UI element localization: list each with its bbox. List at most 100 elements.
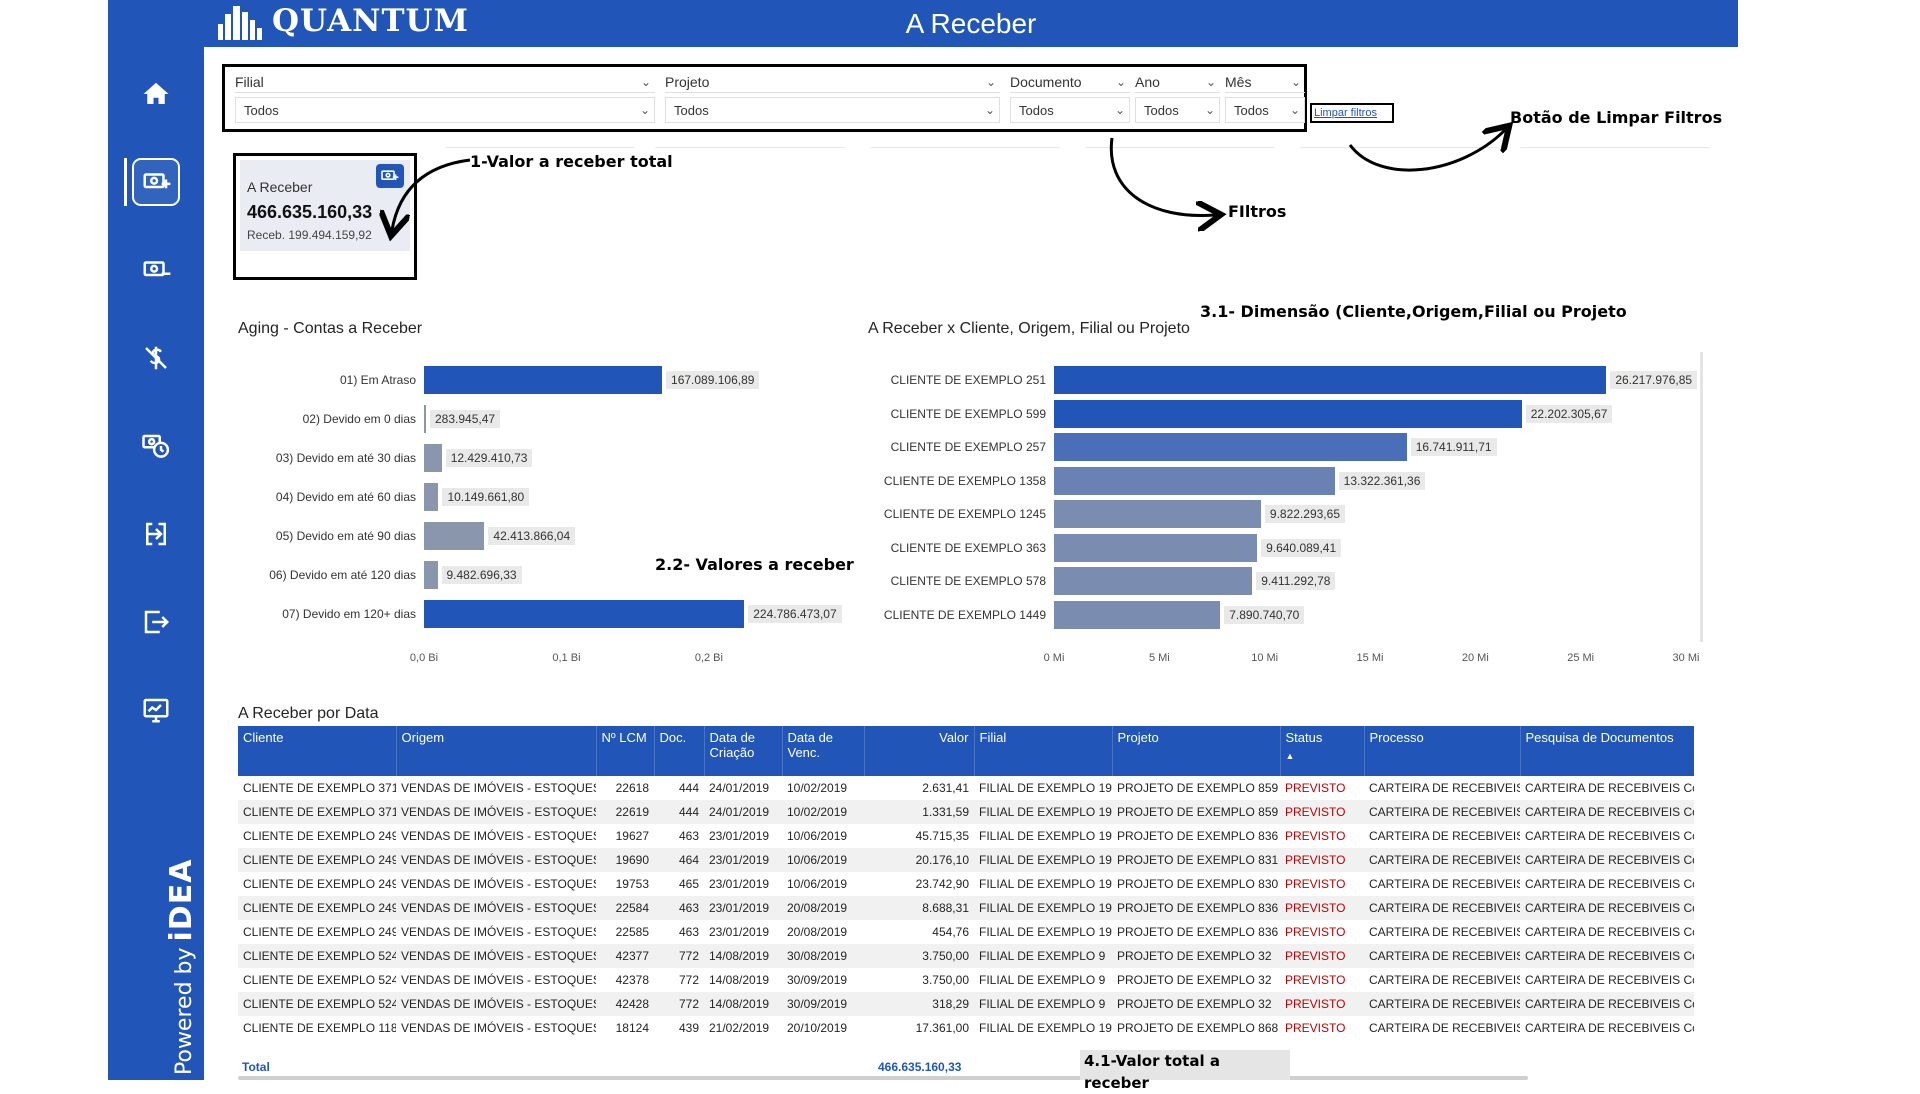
kpi-received: Receb. 199.494.159,92 (247, 228, 372, 242)
table-cell: 463 (654, 896, 704, 920)
bar-row[interactable]: CLIENTE DE EXEMPLO 1358 13.322.361,36 (868, 466, 1826, 495)
filter-label: Projeto (665, 73, 710, 90)
annotation-dimension: 3.1- Dimensão (Cliente,Origem,Filial ou … (1200, 302, 1627, 321)
bar-row[interactable]: 01) Em Atraso 167.089.106,89 (238, 366, 970, 394)
bar[interactable] (1054, 366, 1607, 394)
table-row[interactable]: CLIENTE DE EXEMPLO 524 VENDAS DE IMÓVEIS … (238, 968, 1694, 992)
column-header[interactable]: Nº LCM (596, 726, 655, 776)
bar-row[interactable]: CLIENTE DE EXEMPLO 599 22.202.305,67 (868, 399, 1826, 428)
bar-row[interactable]: CLIENTE DE EXEMPLO 1449 7.890.740,70 (868, 600, 1826, 629)
column-header[interactable]: Status ▲ (1280, 726, 1365, 776)
login-icon[interactable] (132, 510, 180, 558)
money-clock-icon[interactable] (132, 422, 180, 470)
table-row[interactable]: CLIENTE DE EXEMPLO 371 VENDAS DE IMÓVEIS … (238, 800, 1694, 824)
money-pay-icon[interactable] (132, 246, 180, 294)
table-cell: 464 (654, 848, 704, 872)
aging-chart-title: Aging - Contas a Receber (238, 320, 423, 337)
bar-row[interactable]: CLIENTE DE EXEMPLO 251 26.217.976,85 (868, 366, 1826, 394)
table-row[interactable]: CLIENTE DE EXEMPLO 249 VENDAS DE IMÓVEIS … (238, 896, 1694, 920)
column-header[interactable]: Doc. (654, 726, 705, 776)
bar[interactable] (1054, 433, 1407, 461)
table-cell: PREVISTO (1280, 992, 1364, 1016)
column-header[interactable]: Cliente (238, 726, 397, 776)
filter-ano[interactable]: Ano ⌄ Todos ⌄ (1135, 71, 1220, 123)
chart-scrollbar[interactable] (1700, 352, 1703, 642)
column-header[interactable]: Data de Criação (704, 726, 783, 776)
bar-row[interactable]: 05) Devido em até 90 dias 42.413.866,04 (238, 522, 970, 550)
x-tick-label: 0,2 Bi (694, 652, 723, 664)
bar[interactable] (1054, 533, 1258, 562)
bar[interactable] (424, 600, 745, 628)
column-header[interactable]: Valor (864, 726, 975, 776)
table-cell: 17.361,00 (864, 1016, 974, 1040)
table-cell: CLIENTE DE EXEMPLO 249 (238, 824, 396, 848)
column-header[interactable]: Processo (1364, 726, 1521, 776)
bar[interactable] (1054, 399, 1522, 428)
money-receive-icon[interactable] (132, 158, 180, 206)
bar-row[interactable]: 02) Devido em 0 dias 283.945,47 (238, 405, 970, 433)
bar[interactable] (424, 405, 426, 433)
bar[interactable] (1054, 567, 1253, 595)
column-header[interactable]: Projeto (1112, 726, 1281, 776)
column-header[interactable]: Data de Venc. (782, 726, 865, 776)
bar-row[interactable]: CLIENTE DE EXEMPLO 363 9.640.089,41 (868, 533, 1826, 562)
table-cell: CARTEIRA DE RECEBIVEIS (1364, 992, 1520, 1016)
table-cell: FILIAL DE EXEMPLO 19 (974, 1016, 1112, 1040)
bar[interactable] (424, 483, 439, 511)
chevron-down-icon[interactable]: ⌄ (1115, 103, 1125, 117)
table-cell: PROJETO DE EXEMPLO 830 (1112, 872, 1280, 896)
bar[interactable] (1054, 500, 1261, 528)
sort-ascending-icon[interactable]: ▲ (1286, 751, 1359, 761)
table-cell: 465 (654, 872, 704, 896)
category-label: 01) Em Atraso (339, 373, 416, 387)
table-cell: 23/01/2019 (704, 872, 782, 896)
bar-row[interactable]: CLIENTE DE EXEMPLO 257 16.741.911,71 (868, 433, 1826, 461)
bar[interactable] (424, 366, 663, 394)
chevron-down-icon[interactable]: ⌄ (640, 103, 650, 117)
home-icon[interactable] (132, 70, 180, 118)
kpi-card[interactable]: A Receber 466.635.160,33 Receb. 199.494.… (233, 153, 417, 280)
table-row[interactable]: CLIENTE DE EXEMPLO 118 VENDAS DE IMÓVEIS … (238, 1016, 1694, 1040)
bar[interactable] (1054, 466, 1335, 495)
bar-row[interactable]: 06) Devido em até 120 dias 9.482.696,33 (238, 561, 970, 589)
clear-filters-button[interactable]: Limpar filtros (1310, 103, 1394, 123)
cancel-dollar-icon[interactable] (132, 334, 180, 382)
table-cell: VENDAS DE IMÓVEIS - ESTOQUES (396, 776, 596, 800)
table-row[interactable]: CLIENTE DE EXEMPLO 249 VENDAS DE IMÓVEIS … (238, 920, 1694, 944)
bar-row[interactable]: CLIENTE DE EXEMPLO 578 9.411.292,78 (868, 567, 1826, 595)
column-header[interactable]: Pesquisa de Documentos (1520, 726, 1694, 776)
table-cell: 2.631,41 (864, 776, 974, 800)
chevron-down-icon[interactable]: ⌄ (1205, 103, 1215, 117)
column-header[interactable]: Origem (396, 726, 597, 776)
bar-row[interactable]: 04) Devido em até 60 dias 10.149.661,80 (238, 483, 970, 511)
table-cell: CARTEIRA DE RECEBIVEIS (1364, 896, 1520, 920)
dashboard-monitor-icon[interactable] (132, 686, 180, 734)
table-row[interactable]: CLIENTE DE EXEMPLO 249 VENDAS DE IMÓVEIS … (238, 848, 1694, 872)
table-cell: 772 (654, 992, 704, 1016)
chevron-down-icon[interactable]: ⌄ (1290, 103, 1300, 117)
table-row[interactable]: CLIENTE DE EXEMPLO 371 VENDAS DE IMÓVEIS … (238, 776, 1694, 800)
chevron-down-icon[interactable]: ⌄ (985, 103, 995, 117)
table-row[interactable]: CLIENTE DE EXEMPLO 524 VENDAS DE IMÓVEIS … (238, 944, 1694, 968)
bar[interactable] (424, 561, 438, 589)
column-header[interactable]: Filial (974, 726, 1113, 776)
bar-row[interactable]: CLIENTE DE EXEMPLO 1245 9.822.293,65 (868, 500, 1826, 528)
filter-documento[interactable]: Documento ⌄ Todos ⌄ (1010, 71, 1130, 123)
table-cell: 30/09/2019 (782, 992, 864, 1016)
table-horizontal-scrollbar[interactable] (238, 1076, 1528, 1080)
category-label: 06) Devido em até 120 dias (269, 568, 416, 582)
filter-projeto[interactable]: Projeto ⌄ Todos ⌄ (665, 71, 1000, 123)
client-chart-title: A Receber x Cliente, Origem, Filial ou P… (868, 320, 1190, 337)
filter-mes[interactable]: Mês ⌄ Todos ⌄ (1225, 71, 1305, 123)
table-row[interactable]: CLIENTE DE EXEMPLO 524 VENDAS DE IMÓVEIS … (238, 992, 1694, 1016)
table-row[interactable]: CLIENTE DE EXEMPLO 249 VENDAS DE IMÓVEIS … (238, 872, 1694, 896)
bar-row[interactable]: 03) Devido em até 30 dias 12.429.410,73 (238, 444, 970, 472)
table-cell: FILIAL DE EXEMPLO 19 (974, 872, 1112, 896)
table-row[interactable]: CLIENTE DE EXEMPLO 249 VENDAS DE IMÓVEIS … (238, 824, 1694, 848)
bar-row[interactable]: 07) Devido em 120+ dias 224.786.473,07 (238, 600, 970, 628)
bar[interactable] (424, 444, 442, 472)
bar[interactable] (424, 522, 485, 550)
bar[interactable] (1054, 600, 1221, 629)
filter-filial[interactable]: Filial ⌄ Todos ⌄ (235, 71, 655, 123)
logout-icon[interactable] (132, 598, 180, 646)
